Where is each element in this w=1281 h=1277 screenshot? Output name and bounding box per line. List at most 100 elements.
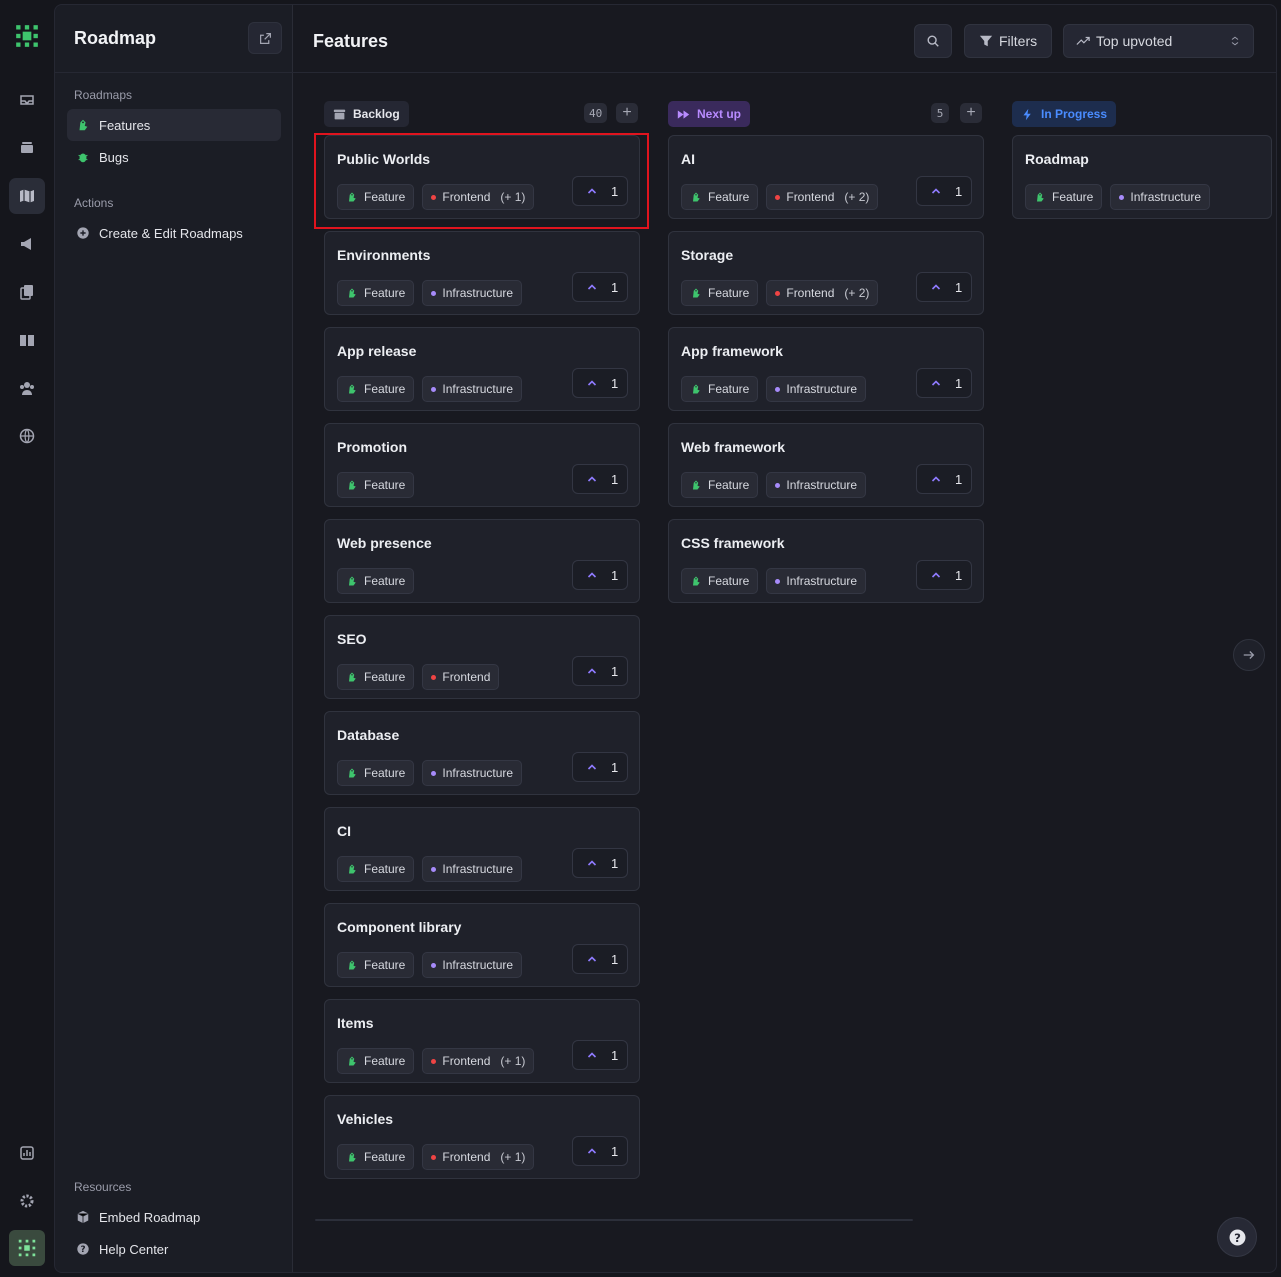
feature-card[interactable]: Items Feature Frontend (+ 1) 1	[324, 999, 640, 1083]
upvote-button[interactable]: 1	[572, 368, 628, 398]
scroll-right-button[interactable]	[1233, 639, 1265, 671]
help-center-link[interactable]: ? Help Center	[67, 1233, 281, 1265]
upvote-button[interactable]: 1	[572, 272, 628, 302]
card-title: App release	[337, 343, 417, 359]
settings-icon[interactable]	[9, 1183, 45, 1219]
horizontal-scrollbar[interactable]	[315, 1219, 913, 1221]
tag[interactable]: Feature	[681, 376, 759, 402]
tag[interactable]: Infrastructure	[1110, 184, 1211, 210]
workspace-avatar[interactable]	[9, 1230, 45, 1266]
upvote-button[interactable]: 1	[916, 272, 972, 302]
archive-icon[interactable]	[9, 130, 45, 166]
card-tags: Feature Frontend (+ 1)	[337, 1144, 535, 1170]
sidebar-item-bugs[interactable]: Bugs	[67, 141, 281, 173]
tag-label: Feature	[1052, 190, 1094, 204]
sidebar-item-features[interactable]: Features	[67, 109, 281, 141]
upvote-button[interactable]: 1	[916, 464, 972, 494]
feature-card[interactable]: Database Feature Infrastructure 1	[324, 711, 640, 795]
tag[interactable]: Feature	[337, 376, 415, 402]
column-badge[interactable]: Next up	[668, 101, 751, 127]
tag[interactable]: Feature	[337, 760, 415, 786]
tag[interactable]: Infrastructure	[766, 376, 867, 402]
feature-card[interactable]: Roadmap Feature Infrastructure	[1012, 135, 1272, 219]
tag[interactable]: Feature	[337, 664, 415, 690]
open-external-button[interactable]	[248, 22, 282, 54]
tag[interactable]: Infrastructure	[766, 472, 867, 498]
tag[interactable]: Infrastructure	[766, 568, 867, 594]
tag[interactable]: Frontend (+ 1)	[422, 1048, 535, 1074]
upvote-button[interactable]: 1	[572, 560, 628, 590]
feature-card[interactable]: Component library Feature Infrastructure 1	[324, 903, 640, 987]
feature-card[interactable]: Web presence Feature 1	[324, 519, 640, 603]
tag[interactable]: Feature	[681, 280, 759, 306]
upvote-icon	[587, 572, 597, 578]
tag[interactable]: Frontend (+ 2)	[766, 184, 879, 210]
tag[interactable]: Infrastructure	[422, 376, 523, 402]
tag[interactable]: Feature	[337, 952, 415, 978]
feature-card[interactable]: Environments Feature Infrastructure 1	[324, 231, 640, 315]
add-card-button[interactable]: +	[616, 103, 638, 123]
upvote-button[interactable]: 1	[916, 176, 972, 206]
tag-label: Feature	[708, 286, 750, 300]
tag[interactable]: Feature	[681, 472, 759, 498]
feature-card[interactable]: SEO Feature Frontend 1	[324, 615, 640, 699]
embed-roadmap-link[interactable]: Embed Roadmap	[67, 1201, 281, 1233]
globe-icon[interactable]	[9, 418, 45, 454]
inbox-icon[interactable]	[9, 82, 45, 118]
map-icon[interactable]	[9, 178, 45, 214]
tag[interactable]: Frontend	[422, 664, 500, 690]
tag[interactable]: Feature	[337, 1144, 415, 1170]
column-badge[interactable]: Backlog	[324, 101, 409, 127]
tag-label: Feature	[708, 382, 750, 396]
megaphone-icon[interactable]	[9, 226, 45, 262]
upvote-button[interactable]: 1	[572, 656, 628, 686]
upvote-button[interactable]: 1	[916, 560, 972, 590]
feature-card[interactable]: App framework Feature Infrastructure 1	[668, 327, 984, 411]
action-label: Create & Edit Roadmaps	[99, 225, 243, 241]
tag[interactable]: Frontend (+ 2)	[766, 280, 879, 306]
tag[interactable]: Feature	[337, 280, 415, 306]
sort-select[interactable]: Top upvoted	[1063, 24, 1254, 58]
feature-card[interactable]: AI Feature Frontend (+ 2) 1	[668, 135, 984, 219]
tag[interactable]: Infrastructure	[422, 856, 523, 882]
column-badge[interactable]: In Progress	[1012, 101, 1117, 127]
tag[interactable]: Feature	[337, 856, 415, 882]
feature-card[interactable]: App release Feature Infrastructure 1	[324, 327, 640, 411]
tag[interactable]: Infrastructure	[422, 280, 523, 306]
feature-card[interactable]: Storage Feature Frontend (+ 2) 1	[668, 231, 984, 315]
tag[interactable]: Frontend (+ 1)	[422, 1144, 535, 1170]
tag[interactable]: Infrastructure	[422, 760, 523, 786]
book-icon[interactable]	[9, 322, 45, 358]
upvote-button[interactable]: 1	[572, 848, 628, 878]
tag[interactable]: Feature	[681, 568, 759, 594]
tag[interactable]: Feature	[681, 184, 759, 210]
analytics-icon[interactable]	[9, 1135, 45, 1171]
create-edit-roadmaps-button[interactable]: Create & Edit Roadmaps	[67, 217, 281, 249]
search-button[interactable]	[914, 24, 952, 58]
feature-card[interactable]: Promotion Feature 1	[324, 423, 640, 507]
upvote-button[interactable]: 1	[572, 944, 628, 974]
upvote-button[interactable]: 1	[572, 752, 628, 782]
upvote-button[interactable]: 1	[572, 1040, 628, 1070]
tag[interactable]: Feature	[337, 1048, 415, 1074]
upvote-button[interactable]: 1	[916, 368, 972, 398]
help-button[interactable]: ?	[1217, 1217, 1257, 1257]
feature-card[interactable]: CSS framework Feature Infrastructure 1	[668, 519, 984, 603]
tag[interactable]: Feature	[337, 472, 415, 498]
feature-card[interactable]: Vehicles Feature Frontend (+ 1) 1	[324, 1095, 640, 1179]
feature-card[interactable]: Web framework Feature Infrastructure 1	[668, 423, 984, 507]
logo-icon[interactable]	[9, 18, 45, 54]
tag[interactable]: Feature	[1025, 184, 1103, 210]
copy-icon[interactable]	[9, 274, 45, 310]
users-icon[interactable]	[9, 370, 45, 406]
tag[interactable]: Feature	[337, 568, 415, 594]
filters-button[interactable]: Filters	[964, 24, 1052, 58]
add-card-button[interactable]: +	[960, 103, 982, 123]
feature-card[interactable]: CI Feature Infrastructure 1	[324, 807, 640, 891]
card-tags: Feature Infrastructure	[337, 856, 523, 882]
card-tags: Feature Infrastructure	[337, 952, 523, 978]
upvote-button[interactable]: 1	[572, 464, 628, 494]
tag[interactable]: Infrastructure	[422, 952, 523, 978]
tag-dot-icon	[431, 962, 437, 968]
upvote-button[interactable]: 1	[572, 1136, 628, 1166]
